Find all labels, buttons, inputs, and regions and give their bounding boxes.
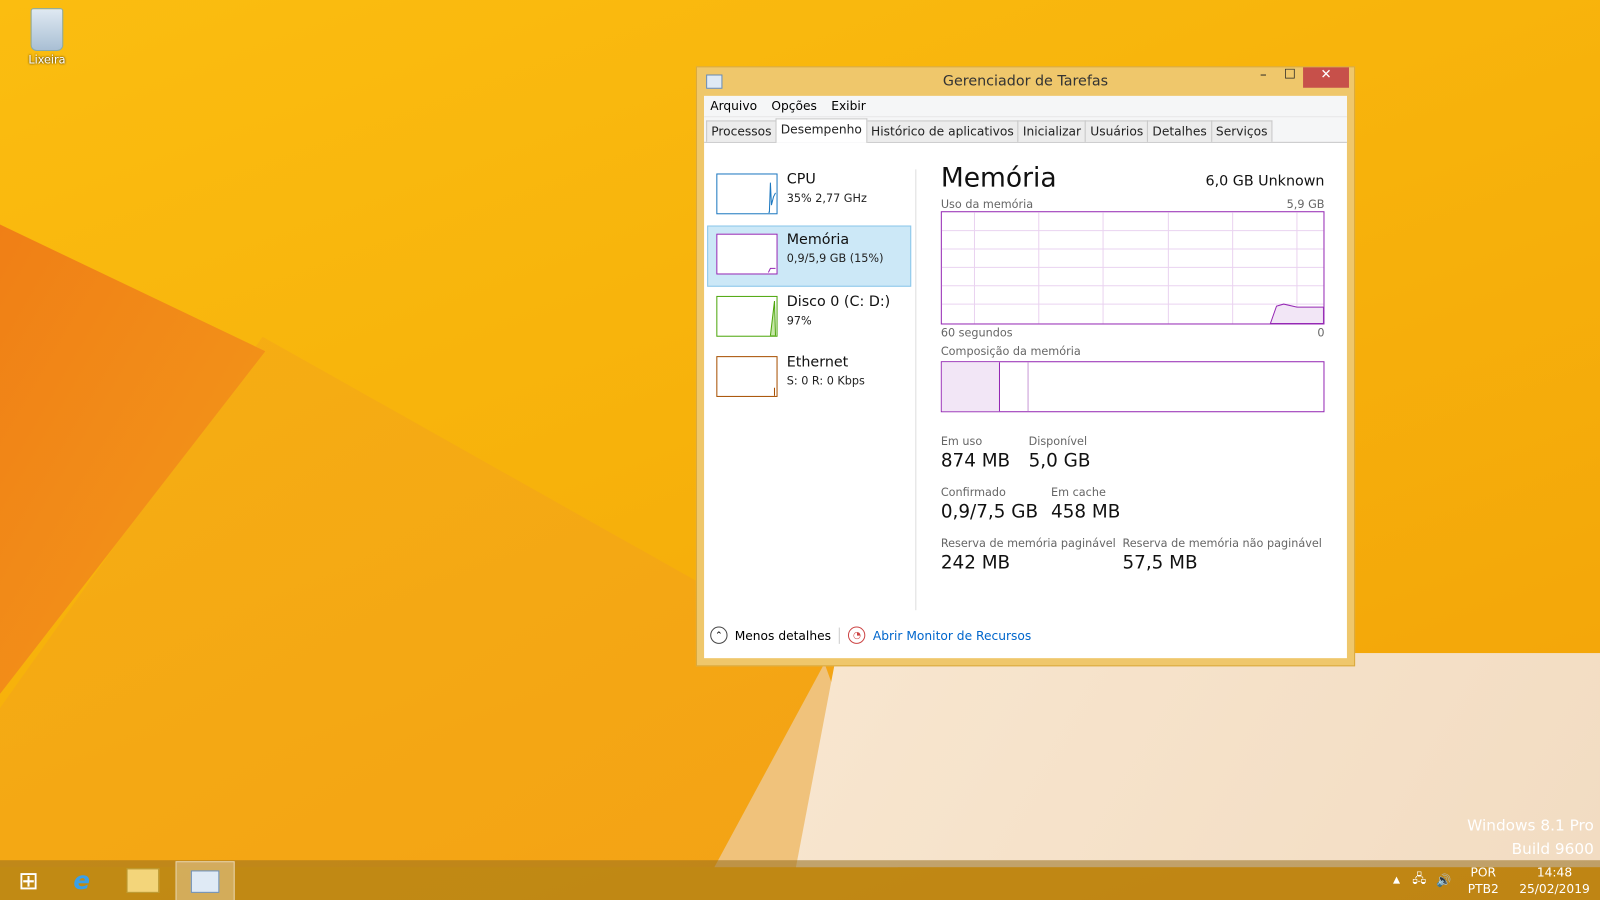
resource-name: Memória	[786, 231, 850, 248]
trash-icon	[30, 8, 64, 52]
resource-detail: S: 0 R: 0 Kbps	[786, 374, 865, 388]
resource-name: CPU	[786, 171, 816, 188]
in-use-value: 874 MB	[940, 449, 1011, 472]
menu-bar: Arquivo Opções Exibir	[704, 95, 1347, 118]
composition-label: Composição da memória	[940, 344, 1081, 359]
windows-watermark: Windows 8.1 Pro Build 9600	[1467, 814, 1594, 861]
open-resource-monitor-link[interactable]: Abrir Monitor de Recursos	[873, 628, 1031, 642]
memory-capacity: 6,0 GB Unknown	[1205, 173, 1325, 190]
axis-right-label: 0	[1317, 326, 1325, 340]
clock-time: 14:48	[1536, 864, 1573, 880]
committed-label: Confirmado	[940, 485, 1006, 499]
disk-thumbnail-graph	[716, 295, 778, 337]
footer-divider	[839, 627, 841, 644]
available-value: 5,0 GB	[1028, 449, 1091, 472]
clock-date: 25/02/2019	[1519, 881, 1590, 896]
maximize-button[interactable]: ☐	[1277, 67, 1304, 87]
input-language[interactable]: POR PTB2	[1468, 864, 1499, 897]
folder-icon	[126, 867, 160, 893]
nonpaged-pool-label: Reserva de memória não paginável	[1122, 536, 1322, 550]
resource-memory[interactable]: Memória 0,9/5,9 GB (15%)	[707, 225, 912, 287]
menu-exibir[interactable]: Exibir	[831, 99, 866, 113]
in-use-label: Em uso	[940, 434, 983, 448]
footer: ⌃ Menos detalhes ◔ Abrir Monitor de Recu…	[710, 626, 1031, 644]
volume-icon[interactable]: 🔊	[1436, 873, 1451, 887]
watermark-edition: Windows 8.1 Pro	[1467, 816, 1594, 835]
tab-processos[interactable]: Processos	[706, 120, 777, 142]
resource-monitor-icon: ◔	[848, 626, 866, 644]
chevron-up-icon[interactable]: ⌃	[710, 626, 728, 644]
recycle-bin-label: Lixeira	[28, 53, 66, 67]
watermark-build: Build 9600	[1511, 839, 1594, 859]
resource-name: Disco 0 (C: D:)	[786, 293, 891, 311]
resource-disk[interactable]: Disco 0 (C: D:) 97%	[707, 288, 911, 347]
network-icon[interactable]: 🖧	[1412, 869, 1426, 890]
tab-historico[interactable]: Histórico de aplicativos	[865, 120, 1019, 142]
paged-pool-label: Reserva de memória paginável	[940, 536, 1116, 550]
fewer-details-button[interactable]: Menos detalhes	[735, 628, 831, 642]
tab-usuarios[interactable]: Usuários	[1085, 120, 1149, 142]
composition-in-use	[941, 362, 1000, 412]
memory-panel: Memória 6,0 GB Unknown Uso da memória 5,…	[940, 163, 1325, 587]
recycle-bin-icon[interactable]: Lixeira	[24, 8, 69, 66]
tab-inicializar[interactable]: Inicializar	[1017, 120, 1087, 142]
panel-divider	[915, 169, 917, 611]
minimize-button[interactable]: –	[1248, 67, 1279, 87]
resource-detail: 97%	[786, 314, 812, 328]
internet-explorer-button[interactable]: e	[53, 861, 110, 899]
resource-cpu[interactable]: CPU 35% 2,77 GHz	[707, 165, 911, 224]
resource-detail: 0,9/5,9 GB (15%)	[786, 252, 884, 266]
memory-composition-bar	[940, 361, 1325, 413]
start-button[interactable]: ⊞	[0, 861, 57, 899]
nonpaged-pool-value: 57,5 MB	[1122, 552, 1198, 574]
tab-servicos[interactable]: Serviços	[1210, 120, 1273, 142]
paged-pool-value: 242 MB	[940, 552, 1011, 574]
resource-detail: 35% 2,77 GHz	[786, 191, 867, 206]
title-bar[interactable]: Gerenciador de Tarefas – ☐ ✕	[697, 67, 1354, 96]
system-tray: ▲ 🖧 🔊 POR PTB2 14:48 25/02/2019	[1393, 860, 1600, 900]
file-explorer-button[interactable]	[114, 861, 171, 899]
tab-bar: Processos Desempenho Histórico de aplica…	[704, 117, 1347, 143]
cached-value: 458 MB	[1051, 501, 1121, 523]
composition-modified	[1000, 362, 1029, 412]
clock[interactable]: 14:48 25/02/2019	[1519, 864, 1590, 897]
resource-ethernet[interactable]: Ethernet S: 0 R: 0 Kbps	[707, 348, 911, 407]
available-label: Disponível	[1028, 434, 1088, 448]
task-manager-icon	[190, 869, 220, 893]
windows-logo-icon: ⊞	[18, 865, 39, 895]
cpu-thumbnail-graph	[716, 173, 778, 215]
menu-arquivo[interactable]: Arquivo	[710, 99, 757, 113]
language-code: POR	[1470, 864, 1497, 880]
taskbar: ⊞ e ▲ 🖧 🔊 POR PTB2 14:48 25/02/2019	[0, 860, 1600, 900]
memory-usage-graph	[940, 211, 1325, 325]
resource-list: CPU 35% 2,77 GHz Memória 0,9/5,9 GB (15%…	[707, 165, 912, 408]
memory-thumbnail-graph	[716, 233, 778, 275]
tab-detalhes[interactable]: Detalhes	[1147, 120, 1212, 142]
task-manager-window: Gerenciador de Tarefas – ☐ ✕ Arquivo Opç…	[695, 66, 1356, 667]
show-hidden-icons-icon[interactable]: ▲	[1393, 875, 1400, 885]
committed-value: 0,9/7,5 GB	[940, 501, 1039, 523]
menu-opcoes[interactable]: Opções	[771, 99, 817, 113]
keyboard-layout: PTB2	[1467, 881, 1499, 896]
axis-left-label: 60 segundos	[940, 326, 1013, 340]
tab-desempenho[interactable]: Desempenho	[775, 118, 867, 143]
internet-explorer-icon: e	[73, 865, 90, 895]
cached-label: Em cache	[1051, 485, 1106, 499]
task-manager-taskbar-button[interactable]	[175, 861, 235, 900]
close-button[interactable]: ✕	[1303, 67, 1349, 88]
ethernet-thumbnail-graph	[716, 356, 778, 397]
resource-name: Ethernet	[786, 354, 849, 371]
